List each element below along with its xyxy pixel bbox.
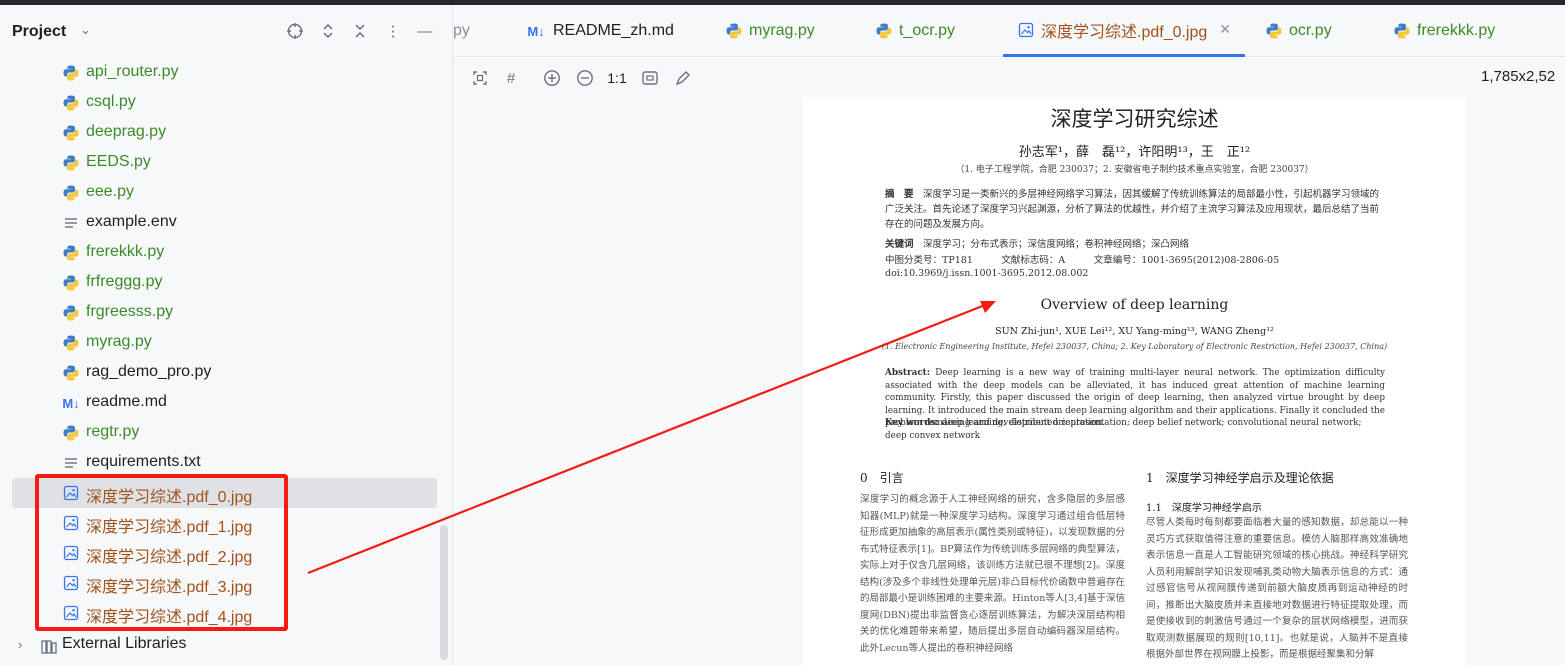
doc-abstract-label: 摘 要: [885, 189, 914, 200]
tree-item[interactable]: EEDS.py: [12, 148, 437, 178]
markdown-file-icon: M↓: [62, 395, 80, 411]
doc-keywords-text: 深度学习；分布式表示；深信度网络；卷积神经网络；深凸网络: [923, 239, 1190, 250]
zoom-out-icon[interactable]: [574, 67, 596, 89]
editor-tab[interactable]: M↓ README_zh.md: [525, 5, 674, 57]
more-options-icon[interactable]: ⋮: [383, 21, 403, 41]
python-file-icon: [62, 154, 80, 172]
editor-tab[interactable]: frerekkk.py: [1393, 5, 1495, 57]
tree-item-label: myrag.py: [86, 333, 152, 350]
doc-keywords: 关键词 深度学习；分布式表示；深信度网络；卷积神经网络；深凸网络: [885, 236, 1385, 250]
python-file-icon: [62, 274, 80, 292]
expand-all-icon[interactable]: [318, 21, 338, 41]
ide-window: Project ⌄ ⋮ — api_router.py csql.py deepra…: [0, 0, 1565, 665]
doc-classification: 中图分类号：TP181 文献标志码：A 文章编号：1001-3695(2012)…: [885, 255, 1280, 266]
grid-icon[interactable]: #: [500, 67, 522, 89]
close-tab-icon[interactable]: ✕: [1219, 21, 1231, 38]
editor-tab[interactable]: ocr.py: [1265, 5, 1332, 57]
annotation-arrow-line: [307, 301, 991, 575]
editor-tab-label: t_ocr.py: [899, 22, 956, 39]
editor-tab-bar: py M↓ README_zh.md myrag.py t_ocr.py 深度学习综述.p…: [453, 5, 1565, 57]
tree-item[interactable]: frfreggg.py: [12, 268, 437, 298]
editor-tab-label: myrag.py: [749, 22, 815, 39]
tree-item[interactable]: deeprag.py: [12, 118, 437, 148]
python-file-icon: [62, 64, 80, 82]
python-file-icon: [62, 124, 80, 142]
image-viewer-toolbar: # 1:1 1,785x2,52: [453, 57, 1565, 97]
sidebar-header: Project ⌄ ⋮ —: [0, 5, 452, 57]
text-file-icon: [62, 454, 80, 472]
sidebar-title[interactable]: Project: [12, 23, 66, 41]
python-file-icon: [62, 424, 80, 442]
annotation-arrow: [307, 301, 996, 575]
zoom-in-icon[interactable]: [541, 67, 563, 89]
tree-item[interactable]: csql.py: [12, 88, 437, 118]
python-file-icon: [62, 94, 80, 112]
tree-item[interactable]: frerekkk.py: [12, 238, 437, 268]
doc-doi: doi:10.3969/j.issn.1001-3695.2012.08.002: [885, 268, 1089, 279]
tree-item[interactable]: api_router.py: [12, 58, 437, 88]
doc-column-right: 尽管人类每时每刻都要面临着大量的感知数据，却总能以一种灵巧方式获取值得注意的重要…: [1146, 517, 1408, 660]
editor-tab[interactable]: 深度学习综述.pdf_0.jpg ✕: [1003, 5, 1246, 57]
doc-abstract: 摘 要 深度学习是一类新兴的多层神经网络学习算法，因其缓解了传统训练算法的局部最…: [885, 187, 1385, 232]
locate-icon[interactable]: [285, 21, 305, 41]
doc-authors: 孙志军¹，薛 磊¹²，许阳明¹³，王 正¹²: [1018, 145, 1251, 160]
tree-item-label: deeprag.py: [86, 123, 167, 140]
fit-zoom-icon[interactable]: [469, 67, 491, 89]
chevron-right-icon[interactable]: ›: [18, 637, 22, 652]
tree-item-label: regtr.py: [86, 423, 140, 440]
tree-external-libraries[interactable]: › External Libraries: [12, 631, 437, 661]
tree-item-label: frgreesss.py: [86, 303, 174, 320]
python-file-icon: [62, 304, 80, 322]
collapse-all-icon[interactable]: [350, 21, 370, 41]
image-dimensions: 1,785x2,52: [1481, 68, 1556, 85]
tree-item-label: frfreggg.py: [86, 273, 163, 290]
text-file-icon: [62, 214, 80, 232]
image-file-icon: [1017, 21, 1035, 39]
editor-tab-label: frerekkk.py: [1417, 22, 1496, 39]
tree-item-label: example.env: [86, 213, 177, 230]
python-file-icon: [1393, 22, 1411, 40]
doc-abstract-text: 深度学习是一类新兴的多层神经网络学习算法，因其缓解了传统训练算法的局部最小性，引…: [885, 189, 1380, 230]
python-file-icon: [725, 22, 743, 40]
editor-tab[interactable]: py: [453, 5, 470, 57]
doc-affiliation: （1. 电子工程学院，合肥 230037；2. 安徽省电子制约技术重点实验室，合…: [955, 165, 1314, 175]
doc-section-1-1: 1.1 深度学习神经学启示: [1146, 503, 1262, 514]
editor-tab[interactable]: t_ocr.py: [875, 5, 955, 57]
python-file-icon: [62, 334, 80, 352]
python-file-icon: [1265, 22, 1283, 40]
doc-section-1: 1 深度学习神经学启示及理论依据: [1146, 471, 1334, 485]
doc-keywords-label: 关键词: [885, 239, 914, 250]
external-libraries-label: External Libraries: [62, 635, 187, 652]
tree-item-label: api_router.py: [86, 63, 179, 80]
tree-item[interactable]: eee.py: [12, 178, 437, 208]
editor-tab-label: ocr.py: [1289, 22, 1332, 39]
tree-item-label: requirements.txt: [86, 453, 201, 470]
python-file-icon: [62, 244, 80, 262]
editor-tab-label: py: [453, 22, 470, 39]
tree-item-label: readme.md: [86, 393, 167, 410]
editor-tab[interactable]: myrag.py: [725, 5, 815, 57]
tree-item-label: frerekkk.py: [86, 243, 165, 260]
tree-item[interactable]: example.env: [12, 208, 437, 238]
highlight-box-annotation: [35, 474, 288, 631]
editor-tab-label: README_zh.md: [553, 22, 674, 39]
library-icon: [40, 637, 58, 660]
actual-size-button[interactable]: 1:1: [606, 67, 628, 89]
fit-window-icon[interactable]: [639, 67, 661, 89]
tree-item-label: eee.py: [86, 183, 135, 200]
color-picker-icon[interactable]: [672, 67, 694, 89]
python-file-icon: [62, 364, 80, 382]
hide-panel-icon[interactable]: —: [415, 21, 435, 41]
python-file-icon: [875, 22, 893, 40]
tree-item-label: csql.py: [86, 93, 136, 110]
tree-item-label: rag_demo_pro.py: [86, 363, 212, 380]
python-file-icon: [62, 184, 80, 202]
editor-tab-label: 深度学习综述.pdf_0.jpg: [1041, 23, 1208, 41]
doc-title: 深度学习研究综述: [1050, 107, 1219, 131]
markdown-file-icon: M↓: [527, 23, 545, 39]
chevron-down-icon[interactable]: ⌄: [80, 22, 91, 38]
tree-item-label: EEDS.py: [86, 153, 151, 170]
